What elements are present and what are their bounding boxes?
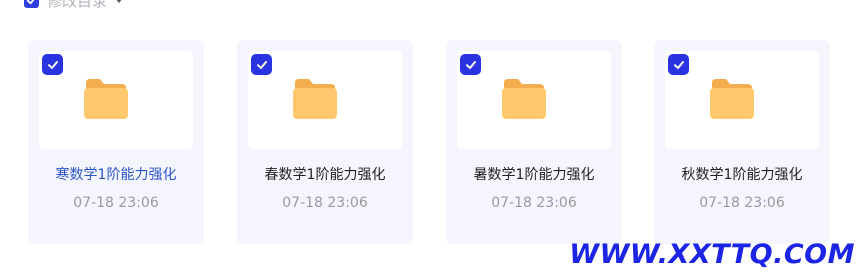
file-name[interactable]: 寒数学1阶能力强化 [28, 164, 204, 184]
file-card[interactable]: 春数学1阶能力强化 07-18 23:06 [237, 40, 413, 244]
edit-directory-label[interactable]: 修改目录 [47, 0, 107, 11]
edit-directory-bar: 修改目录 [24, 0, 123, 10]
check-icon [673, 60, 684, 69]
file-name[interactable]: 暑数学1阶能力强化 [446, 164, 622, 184]
file-card[interactable]: 暑数学1阶能力强化 07-18 23:06 [446, 40, 622, 244]
file-card[interactable]: 秋数学1阶能力强化 07-18 23:06 [654, 40, 830, 244]
folder-icon [502, 79, 546, 119]
caret-down-icon[interactable] [115, 0, 123, 4]
check-icon [465, 60, 476, 69]
folder-icon [710, 79, 754, 119]
select-all-checkbox[interactable] [24, 0, 39, 8]
file-date: 07-18 23:06 [282, 195, 368, 211]
watermark-text: WWW.XXTTQ.COM [569, 239, 855, 270]
file-checkbox[interactable] [668, 54, 689, 75]
check-icon [256, 60, 267, 69]
folder-icon [293, 79, 337, 119]
file-name[interactable]: 春数学1阶能力强化 [237, 164, 413, 184]
file-checkbox[interactable] [251, 54, 272, 75]
file-date: 07-18 23:06 [699, 195, 785, 211]
check-icon [47, 60, 58, 69]
file-name[interactable]: 秋数学1阶能力强化 [654, 164, 830, 184]
check-icon [26, 0, 35, 4]
file-date: 07-18 23:06 [491, 195, 577, 211]
file-date: 07-18 23:06 [73, 195, 159, 211]
file-card[interactable]: 寒数学1阶能力强化 07-18 23:06 [28, 40, 204, 244]
file-checkbox[interactable] [42, 54, 63, 75]
folder-icon [84, 79, 128, 119]
file-checkbox[interactable] [460, 54, 481, 75]
